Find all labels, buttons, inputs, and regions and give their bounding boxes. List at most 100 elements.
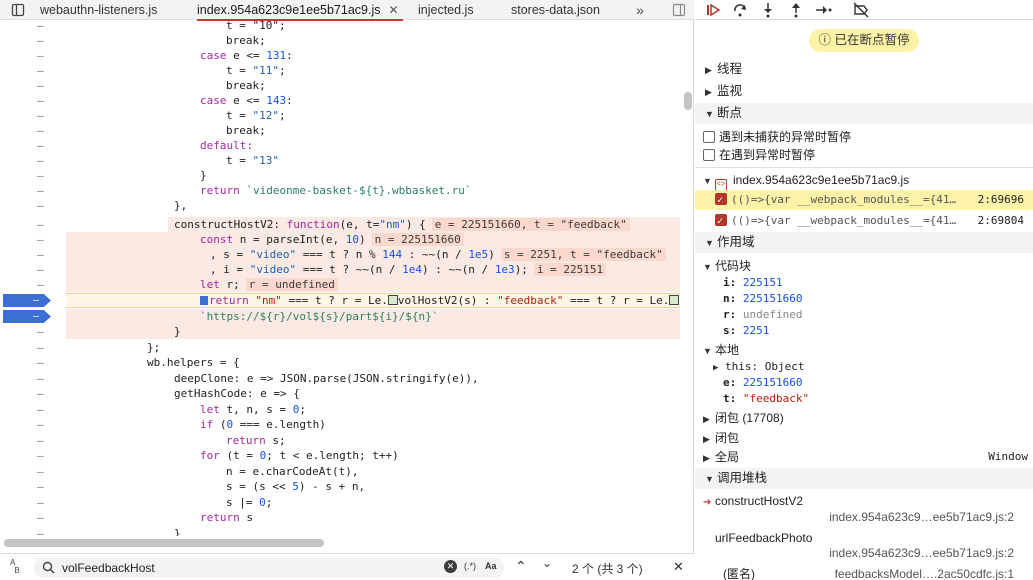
- line-gutter[interactable]: –: [0, 78, 60, 93]
- frame-location[interactable]: index.954a623c9…ee5b71ac9.js:2: [695, 509, 1033, 525]
- clear-search-icon[interactable]: ✕: [444, 560, 457, 573]
- checkbox[interactable]: [715, 191, 727, 211]
- case-sensitive-toggle[interactable]: Aa: [485, 561, 497, 571]
- search-input[interactable]: [62, 559, 442, 576]
- step-out-icon[interactable]: [788, 2, 804, 18]
- line-gutter[interactable]: –: [0, 371, 60, 386]
- str: "11": [252, 64, 280, 77]
- line-gutter[interactable]: –: [0, 138, 60, 153]
- line-gutter[interactable]: –: [0, 123, 60, 138]
- line-gutter[interactable]: –: [0, 21, 60, 33]
- line-gutter[interactable]: –: [0, 340, 60, 355]
- next-match-icon[interactable]: ⌄: [542, 556, 552, 570]
- scope-block[interactable]: ▼ 代码块: [695, 258, 1033, 274]
- match-case-icon[interactable]: A B: [10, 559, 20, 575]
- checkbox[interactable]: [715, 212, 727, 232]
- close-tab-icon[interactable]: ✕: [389, 3, 399, 17]
- scope-local[interactable]: ▼ 本地: [695, 342, 1033, 358]
- scope-var[interactable]: n: 225151660: [695, 291, 1033, 307]
- line-gutter[interactable]: –: [0, 402, 60, 417]
- tab-webauthn-listeners[interactable]: webauthn-listeners.js: [40, 0, 157, 20]
- kw: return: [200, 184, 247, 197]
- scope-closure[interactable]: ▶ 闭包 (17708): [695, 410, 1033, 426]
- call-frame[interactable]: ➔ constructHostV2: [695, 493, 1033, 509]
- checkbox[interactable]: [703, 131, 715, 143]
- line-gutter[interactable]: –: [0, 247, 60, 262]
- breakpoint-marker[interactable]: –: [3, 294, 51, 307]
- section-threads[interactable]: ▶ 线程: [695, 59, 1033, 80]
- section-callstack[interactable]: ▼ 调用堆栈: [695, 468, 1033, 489]
- section-breakpoints[interactable]: ▼ 断点: [695, 103, 1033, 124]
- line-gutter[interactable]: –: [0, 232, 60, 247]
- editor-pane: webauthn-listeners.js index.954a623c9e1e…: [0, 0, 694, 580]
- scope-closure[interactable]: ▶ 闭包: [695, 430, 1033, 446]
- tab-injected-js[interactable]: injected.js: [418, 0, 474, 20]
- line-gutter[interactable]: –: [0, 324, 60, 339]
- checkbox[interactable]: [703, 149, 715, 161]
- breakpoint-file[interactable]: ▼ <> index.954a623c9e1ee5b71ac9.js: [695, 172, 1033, 191]
- tab-stores-data[interactable]: stores-data.json: [511, 0, 600, 20]
- deactivate-breakpoints-icon[interactable]: [852, 2, 870, 18]
- line-gutter[interactable]: –: [0, 48, 60, 63]
- scope-var[interactable]: t: "feedback": [695, 391, 1033, 407]
- line-gutter[interactable]: –: [0, 33, 60, 48]
- vertical-scrollbar[interactable]: [684, 92, 692, 110]
- toggle-navigator-icon[interactable]: [8, 0, 28, 20]
- line-gutter[interactable]: –: [0, 448, 60, 463]
- resume-icon[interactable]: [705, 2, 721, 18]
- more-tabs-icon[interactable]: »: [630, 0, 650, 20]
- scope-var-this[interactable]: ▶ this: Object: [695, 359, 1033, 375]
- frame-location[interactable]: index.954a623c9…ee5b71ac9.js:2: [695, 545, 1033, 561]
- scope-var[interactable]: s: 2251: [695, 323, 1033, 339]
- close-search-icon[interactable]: ✕: [673, 559, 684, 575]
- line-gutter[interactable]: –: [0, 526, 60, 536]
- scope-var[interactable]: r: undefined: [695, 307, 1033, 323]
- line-gutter[interactable]: –: [0, 355, 60, 370]
- toggle-debugger-icon[interactable]: [669, 0, 689, 20]
- line-gutter[interactable]: –: [0, 510, 60, 525]
- breakpoint-item[interactable]: (()=>{var __webpack_modules__={41… 2:6980…: [695, 211, 1033, 232]
- scope-var[interactable]: i: 225151: [695, 275, 1033, 291]
- line-gutter[interactable]: –: [0, 479, 60, 494]
- line-gutter[interactable]: –: [0, 433, 60, 448]
- breakpoint-marker[interactable]: –: [3, 310, 51, 323]
- breakpoint-item[interactable]: (()=>{var __webpack_modules__={41… 2:6969…: [695, 190, 1033, 211]
- section-watch[interactable]: ▶ 监视: [695, 81, 1033, 102]
- line-gutter[interactable]: –: [0, 63, 60, 78]
- step-icon[interactable]: [815, 2, 833, 18]
- call-frame[interactable]: urlFeedbackPhoto: [695, 530, 1033, 546]
- line-gutter[interactable]: –: [0, 464, 60, 479]
- regex-toggle[interactable]: (.*): [464, 561, 476, 571]
- pause-uncaught-option[interactable]: 遇到未捕获的异常时暂停: [695, 129, 1033, 145]
- section-scope[interactable]: ▼ 作用域: [695, 232, 1033, 253]
- inline-breakpoint-icon[interactable]: [387, 295, 398, 305]
- line-gutter[interactable]: –: [0, 183, 60, 198]
- line-gutter[interactable]: –: [0, 277, 60, 292]
- line-gutter[interactable]: –: [0, 153, 60, 168]
- call-frame[interactable]: (匿名) feedbacksModel….2ac50cdfc.js:1: [695, 566, 1033, 580]
- scope-global[interactable]: ▶ 全局 Window: [695, 449, 1033, 465]
- line-gutter[interactable]: –: [0, 417, 60, 432]
- step-over-icon[interactable]: [732, 2, 748, 18]
- code-editor[interactable]: – t = "10"; – break; – case e <= 131: – t = …: [0, 21, 694, 536]
- previous-match-icon[interactable]: ⌃: [515, 558, 527, 575]
- scope-var[interactable]: e: 225151660: [695, 375, 1033, 391]
- line-gutter[interactable]: –: [0, 217, 60, 232]
- pause-caught-option[interactable]: 在遇到异常时暂停: [695, 147, 1033, 163]
- step-into-icon[interactable]: [760, 2, 776, 18]
- line-gutter[interactable]: –: [0, 262, 60, 277]
- inline-breakpoint-icon[interactable]: [669, 295, 680, 305]
- tok: ;: [279, 64, 286, 77]
- line-gutter[interactable]: –: [0, 495, 60, 510]
- tab-index-js[interactable]: index.954a623c9e1ee5b71ac9.js ✕: [197, 0, 403, 21]
- line-gutter[interactable]: –: [0, 93, 60, 108]
- line-gutter[interactable]: –: [0, 108, 60, 123]
- var-name: e:: [723, 376, 737, 389]
- num: 5: [292, 480, 299, 493]
- str: "nm": [379, 218, 406, 231]
- horizontal-scrollbar[interactable]: [4, 539, 324, 547]
- tok: s;: [265, 434, 286, 447]
- line-gutter[interactable]: –: [0, 386, 60, 401]
- line-gutter[interactable]: –: [0, 168, 60, 183]
- line-gutter[interactable]: –: [0, 198, 60, 213]
